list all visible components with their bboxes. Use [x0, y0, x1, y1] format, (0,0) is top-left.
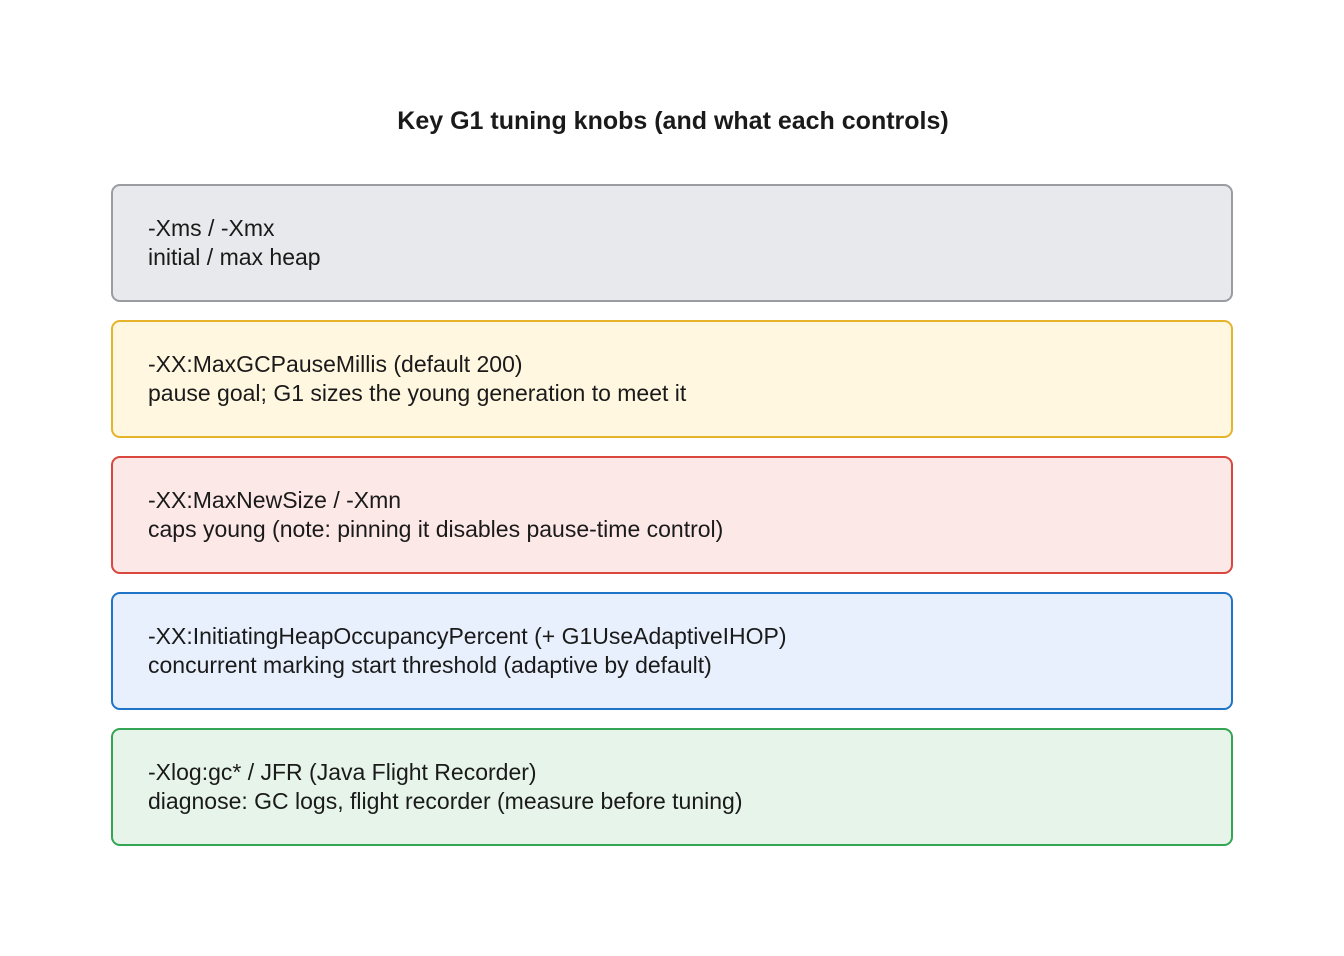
knob-box-gc-logging: -Xlog:gc* / JFR (Java Flight Recorder) d…: [111, 728, 1233, 846]
knob-flag: -Xms / -Xmx: [148, 215, 275, 241]
knob-box-heap-size: -Xms / -Xmx initial / max heap: [111, 184, 1233, 302]
knob-description: concurrent marking start threshold (adap…: [148, 652, 712, 678]
knob-description: diagnose: GC logs, flight recorder (meas…: [148, 788, 743, 814]
knob-description: caps young (note: pinning it disables pa…: [148, 516, 724, 542]
knob-description: initial / max heap: [148, 244, 321, 270]
knob-flag: -XX:InitiatingHeapOccupancyPercent (+ G1…: [148, 623, 787, 649]
diagram-title: Key G1 tuning knobs (and what each contr…: [397, 107, 949, 135]
knob-box-max-new-size: -XX:MaxNewSize / -Xmn caps young (note: …: [111, 456, 1233, 574]
knob-flag: -XX:MaxNewSize / -Xmn: [148, 487, 402, 513]
knob-box-ihop: -XX:InitiatingHeapOccupancyPercent (+ G1…: [111, 592, 1233, 710]
knob-flag: -XX:MaxGCPauseMillis (default 200): [148, 351, 523, 377]
knob-box-max-gc-pause: -XX:MaxGCPauseMillis (default 200) pause…: [111, 320, 1233, 438]
knob-list: -Xms / -Xmx initial / max heap -XX:MaxGC…: [111, 184, 1233, 864]
knob-description: pause goal; G1 sizes the young generatio…: [148, 380, 687, 406]
knob-flag: -Xlog:gc* / JFR (Java Flight Recorder): [148, 759, 537, 785]
